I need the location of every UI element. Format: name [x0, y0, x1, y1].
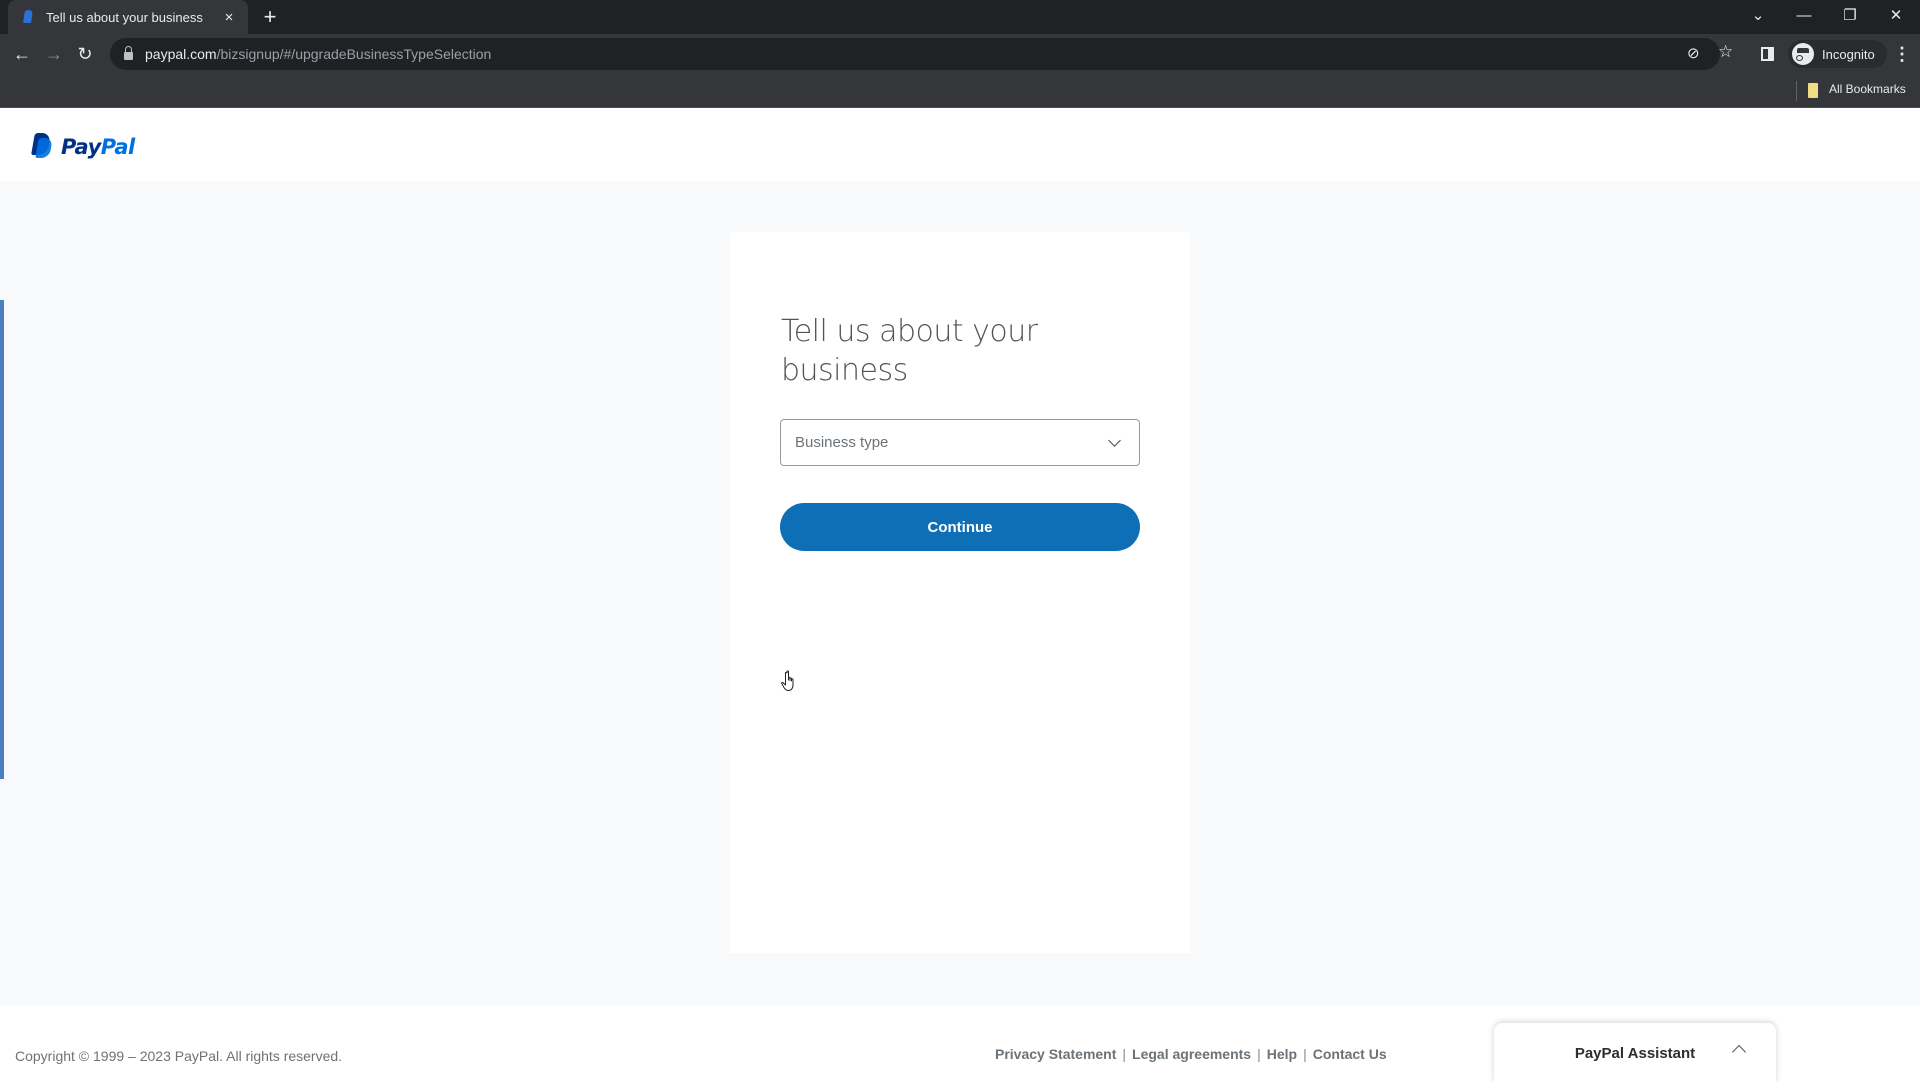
url-path: /bizsignup/#/upgradeBusinessTypeSelectio… — [216, 46, 492, 62]
bookmarks-separator — [1796, 81, 1797, 101]
hand-cursor-icon — [781, 670, 794, 691]
footer-separator: | — [1303, 1046, 1307, 1062]
copyright-text: Copyright © 1999 – 2023 PayPal. All righ… — [15, 1048, 343, 1064]
browser-tab-active[interactable]: Tell us about your business × — [8, 0, 248, 34]
page-title: Tell us about your business — [781, 314, 1038, 388]
privacy-statement-link[interactable]: Privacy Statement — [995, 1046, 1116, 1062]
paypal-logo[interactable]: PayPal — [31, 133, 135, 160]
business-type-card: Tell us about your business Business typ… — [730, 232, 1190, 953]
window-close-icon[interactable]: ✕ — [1873, 0, 1919, 30]
footer-links: Privacy Statement | Legal agreements | H… — [995, 1046, 1387, 1062]
minimize-icon[interactable]: — — [1781, 0, 1827, 30]
eye-off-icon[interactable]: ⊘ — [1687, 44, 1700, 62]
browser-tabstrip: Tell us about your business × + ⌄ — ❐ ✕ — [0, 0, 1920, 34]
paypal-assistant-widget[interactable]: PayPal Assistant — [1494, 1023, 1776, 1083]
lock-icon[interactable] — [124, 46, 133, 60]
restore-icon[interactable]: ❐ — [1827, 0, 1873, 30]
footer-separator: | — [1257, 1046, 1261, 1062]
all-bookmarks-button[interactable]: All Bookmarks — [1829, 82, 1906, 96]
chevron-up-icon[interactable] — [1731, 1044, 1747, 1060]
footer-separator: | — [1122, 1046, 1127, 1062]
page: PayPal Tell us about your business Busin… — [0, 109, 1920, 1083]
bookmarks-bar — [0, 74, 1920, 108]
bookmarks-folder-icon — [1808, 83, 1818, 98]
tab-search-icon[interactable]: ⌄ — [1735, 0, 1781, 30]
incognito-label: Incognito — [1822, 46, 1875, 62]
bookmark-star-icon[interactable]: ☆ — [1718, 42, 1733, 62]
tab-close-icon[interactable]: × — [220, 9, 238, 26]
browser-menu-icon[interactable]: ⋮ — [1893, 42, 1911, 66]
paypal-p-icon — [31, 133, 53, 160]
paypal-favicon-icon — [22, 9, 36, 25]
assistant-label: PayPal Assistant — [1574, 1044, 1696, 1062]
help-link[interactable]: Help — [1267, 1046, 1297, 1062]
paypal-wordmark: PayPal — [61, 134, 135, 159]
reload-icon[interactable]: ↻ — [71, 40, 99, 68]
business-type-placeholder: Business type — [795, 434, 889, 451]
forward-icon[interactable]: → — [40, 40, 68, 68]
business-type-select[interactable]: Business type — [780, 419, 1140, 466]
new-tab-button[interactable]: + — [258, 4, 282, 30]
browser-toolbar: ← → ↻ paypal.com/bizsignup/#/upgradeBusi… — [0, 34, 1920, 74]
side-panel-icon[interactable] — [1761, 47, 1774, 61]
chevron-down-icon — [1108, 433, 1121, 447]
url-host: paypal.com — [145, 46, 217, 62]
back-icon[interactable]: ← — [8, 40, 36, 68]
site-header: PayPal — [0, 109, 1920, 181]
legal-agreements-link[interactable]: Legal agreements — [1132, 1046, 1251, 1062]
left-accent-bar — [0, 300, 4, 779]
incognito-icon — [1792, 43, 1814, 65]
continue-button[interactable]: Continue — [780, 503, 1140, 551]
contact-us-link[interactable]: Contact Us — [1313, 1046, 1387, 1062]
tab-title: Tell us about your business — [46, 9, 203, 25]
incognito-profile-button[interactable]: Incognito — [1788, 40, 1887, 68]
address-bar[interactable]: paypal.com/bizsignup/#/upgradeBusinessTy… — [110, 38, 1733, 70]
